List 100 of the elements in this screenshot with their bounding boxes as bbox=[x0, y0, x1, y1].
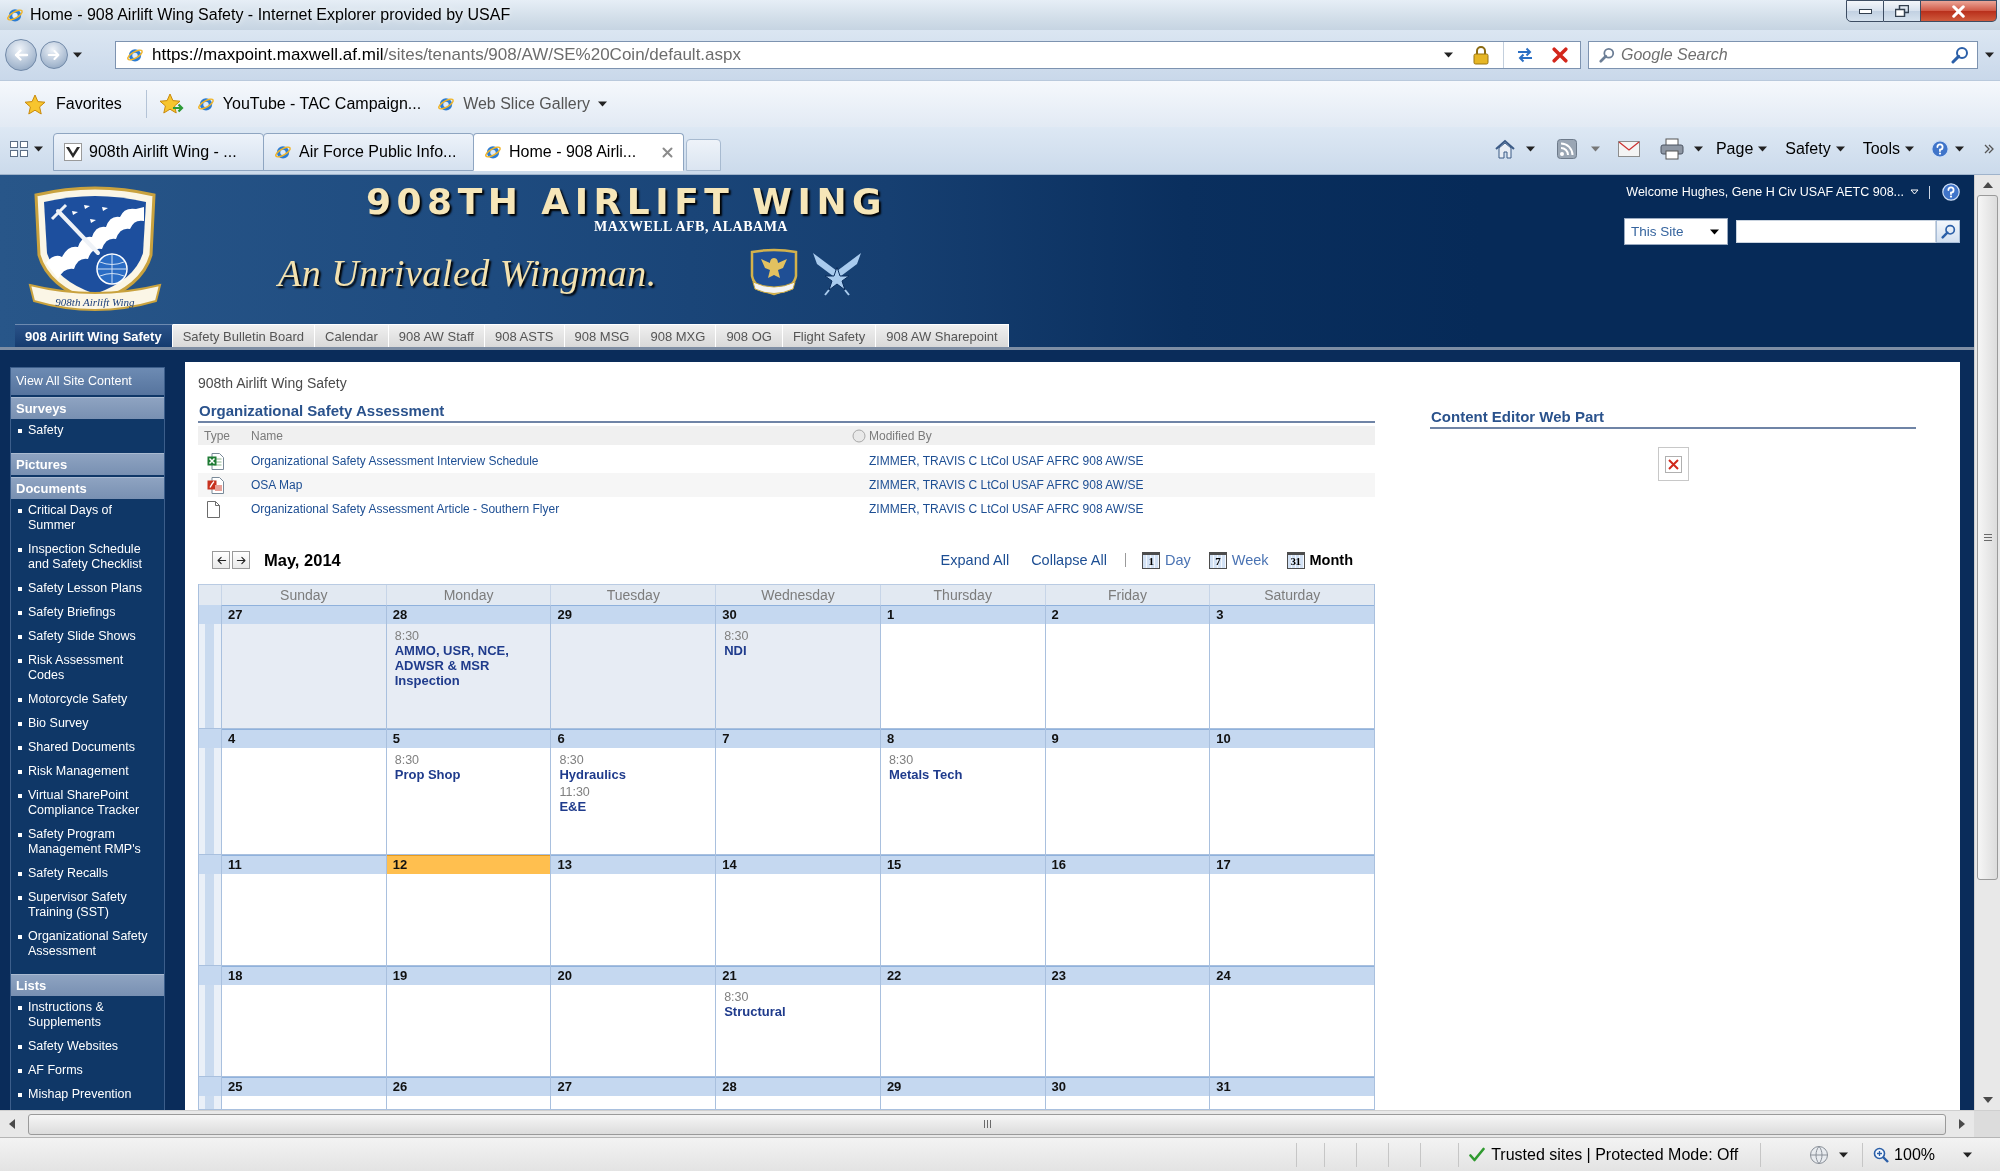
nav-tab[interactable]: Safety Bulletin Board bbox=[172, 324, 316, 347]
day-number-bar[interactable]: 19 bbox=[386, 966, 551, 985]
column-header[interactable]: Name bbox=[245, 428, 283, 443]
restore-button[interactable] bbox=[1884, 0, 1921, 22]
day-number-bar[interactable]: 29 bbox=[880, 1077, 1045, 1096]
nav-tab[interactable]: 908 OG bbox=[716, 324, 783, 347]
day-number-bar[interactable]: 11 bbox=[222, 855, 386, 874]
day-number-bar[interactable]: 17 bbox=[1210, 855, 1374, 874]
caret-down-icon[interactable] bbox=[1758, 146, 1768, 152]
day-number-bar[interactable]: 20 bbox=[551, 966, 716, 985]
document-link[interactable]: Organizational Safety Assessment Interview Schedule bbox=[251, 454, 539, 468]
close-icon[interactable] bbox=[662, 146, 673, 158]
day-number-bar[interactable]: 14 bbox=[716, 855, 880, 874]
search-icon[interactable] bbox=[1951, 46, 1969, 64]
address-field[interactable]: https://maxpoint.maxwell.af.mil/sites/tenants/908/AW/SE%20Coin/default.aspx bbox=[115, 41, 1581, 69]
document-link[interactable]: Organizational Safety Assessment Article - Southern Flyer bbox=[251, 502, 560, 516]
stop-icon[interactable] bbox=[1552, 47, 1568, 63]
sidebar-item[interactable]: Safety bbox=[11, 419, 164, 443]
day-number-bar[interactable]: 27 bbox=[551, 1077, 716, 1096]
calendar-action-link[interactable]: Collapse All bbox=[1031, 552, 1107, 568]
mail-icon[interactable] bbox=[1617, 141, 1640, 157]
chevrons-right-icon[interactable] bbox=[1984, 144, 1994, 154]
caret-down-icon[interactable] bbox=[1910, 189, 1919, 195]
user-link[interactable]: ZIMMER, TRAVIS C LtCol USAF AFRC 908 AW/SE bbox=[869, 454, 1144, 468]
breadcrumb-link[interactable]: 908th Airlift Wing Safety bbox=[198, 373, 347, 393]
quick-tabs-icon[interactable] bbox=[10, 141, 28, 157]
calendar-view-link[interactable]: 1 Day bbox=[1141, 551, 1191, 569]
caret-down-icon[interactable] bbox=[73, 52, 82, 58]
close-button[interactable] bbox=[1921, 0, 1997, 22]
day-number-bar[interactable]: 12 bbox=[386, 855, 551, 874]
day-number-bar[interactable]: 26 bbox=[386, 1077, 551, 1096]
print-icon[interactable] bbox=[1659, 138, 1684, 160]
event-link[interactable]: Hydraulics bbox=[559, 767, 626, 782]
sidebar-item[interactable]: Supervisor Safety Training (SST) bbox=[11, 886, 164, 925]
day-number-bar[interactable]: 23 bbox=[1045, 966, 1210, 985]
event-link[interactable]: AMMO, USR, NCE, ADWSR & MSR Inspection bbox=[394, 643, 541, 688]
day-number-bar[interactable]: 28 bbox=[716, 1077, 880, 1096]
nav-tab[interactable]: 908 Airlift Wing Safety bbox=[15, 324, 173, 347]
feed-icon[interactable] bbox=[1556, 139, 1577, 159]
zoom-button[interactable]: 100% bbox=[1862, 1142, 1972, 1167]
sidebar-item[interactable]: Shared Documents bbox=[11, 736, 164, 760]
caret-down-icon[interactable] bbox=[1444, 52, 1453, 58]
day-number-bar[interactable]: 24 bbox=[1210, 966, 1374, 985]
url-text[interactable]: https://maxpoint.maxwell.af.mil/sites/tenants/908/AW/SE%20Coin/default.aspx bbox=[152, 45, 741, 65]
caret-down-icon[interactable] bbox=[1710, 228, 1719, 235]
day-number-bar[interactable]: 16 bbox=[1045, 855, 1210, 874]
site-search-field[interactable] bbox=[1736, 220, 1936, 243]
browser-tab[interactable]: 908th Airlift Wing - ... bbox=[53, 133, 264, 171]
user-link[interactable]: ZIMMER, TRAVIS C LtCol USAF AFRC 908 AW/SE bbox=[869, 478, 1144, 492]
favorites-button[interactable]: Favorites bbox=[20, 87, 126, 121]
day-number-bar[interactable]: 29 bbox=[551, 605, 716, 624]
nav-tab[interactable]: 908 AW Sharepoint bbox=[876, 324, 1009, 347]
event-link[interactable]: Structural bbox=[724, 1004, 786, 1019]
calendar-action-link[interactable]: Expand All bbox=[940, 552, 1010, 568]
caret-down-icon[interactable] bbox=[1905, 146, 1914, 152]
day-number-bar[interactable]: 5 bbox=[386, 729, 551, 748]
sidebar-item[interactable]: Risk Management bbox=[11, 760, 164, 784]
sidebar-item[interactable]: Safety Lesson Plans bbox=[11, 577, 164, 601]
caret-down-icon[interactable] bbox=[1985, 52, 1994, 58]
calendar-view-link[interactable]: 31 Month bbox=[1286, 551, 1353, 569]
event-link[interactable]: NDI bbox=[724, 643, 747, 658]
day-number-bar[interactable]: 7 bbox=[716, 729, 880, 748]
next-month-button[interactable] bbox=[232, 551, 250, 569]
sidebar-item[interactable]: Safety Slide Shows bbox=[11, 625, 164, 649]
calendar-view-link[interactable]: 7 Week bbox=[1208, 551, 1269, 569]
view-all-link[interactable]: View All Site Content bbox=[11, 368, 164, 395]
day-number-bar[interactable]: 10 bbox=[1210, 729, 1374, 748]
day-number-bar[interactable]: 18 bbox=[222, 966, 386, 985]
caret-down-icon[interactable] bbox=[598, 101, 607, 107]
command-menu[interactable]: Safety bbox=[1780, 140, 1850, 158]
sidebar-item[interactable]: Safety Websites bbox=[11, 1035, 164, 1059]
add-favorite-icon[interactable] bbox=[158, 93, 185, 115]
browser-tab[interactable]: Air Force Public Info... bbox=[263, 133, 474, 171]
event-link[interactable]: Prop Shop bbox=[394, 767, 461, 782]
sidebar-item[interactable]: Inspection Schedule and Safety Checklist bbox=[11, 538, 164, 577]
day-number-bar[interactable]: 22 bbox=[880, 966, 1045, 985]
sidebar-item[interactable]: Safety Recalls bbox=[11, 862, 164, 886]
previous-month-button[interactable] bbox=[212, 551, 230, 569]
caret-down-icon[interactable] bbox=[1525, 146, 1535, 152]
forward-button[interactable] bbox=[40, 41, 68, 69]
sidebar-item[interactable]: Instructions & Supplements bbox=[11, 996, 164, 1035]
refresh-icon[interactable] bbox=[1516, 46, 1534, 64]
event-link[interactable]: E&E bbox=[559, 799, 587, 814]
nav-tab[interactable]: Calendar bbox=[315, 324, 389, 347]
day-number-bar[interactable]: 13 bbox=[551, 855, 716, 874]
minimize-button[interactable] bbox=[1846, 0, 1884, 22]
sidebar-item[interactable]: Virtual SharePoint Compliance Tracker bbox=[11, 784, 164, 823]
globe-icon[interactable] bbox=[1809, 1144, 1830, 1165]
sidebar-item[interactable]: Safety Briefings bbox=[11, 601, 164, 625]
web-part-title[interactable]: Content Editor Web Part bbox=[1431, 408, 1605, 425]
search-button[interactable] bbox=[1936, 220, 1960, 243]
sidebar-item[interactable]: Risk Assessment Codes bbox=[11, 649, 164, 688]
sidebar-item[interactable]: Bio Survey bbox=[11, 712, 164, 736]
day-number-bar[interactable]: 3 bbox=[1210, 605, 1374, 624]
caret-down-icon[interactable] bbox=[1835, 146, 1845, 152]
day-number-bar[interactable]: 30 bbox=[716, 605, 880, 624]
sidebar-item[interactable]: Safety Program Management RMP's bbox=[11, 823, 164, 862]
browser-tab[interactable]: Home - 908 Airli... bbox=[473, 133, 684, 171]
search-box[interactable]: Google Search bbox=[1588, 41, 1978, 69]
sidebar-item[interactable]: AF Forms bbox=[11, 1059, 164, 1083]
